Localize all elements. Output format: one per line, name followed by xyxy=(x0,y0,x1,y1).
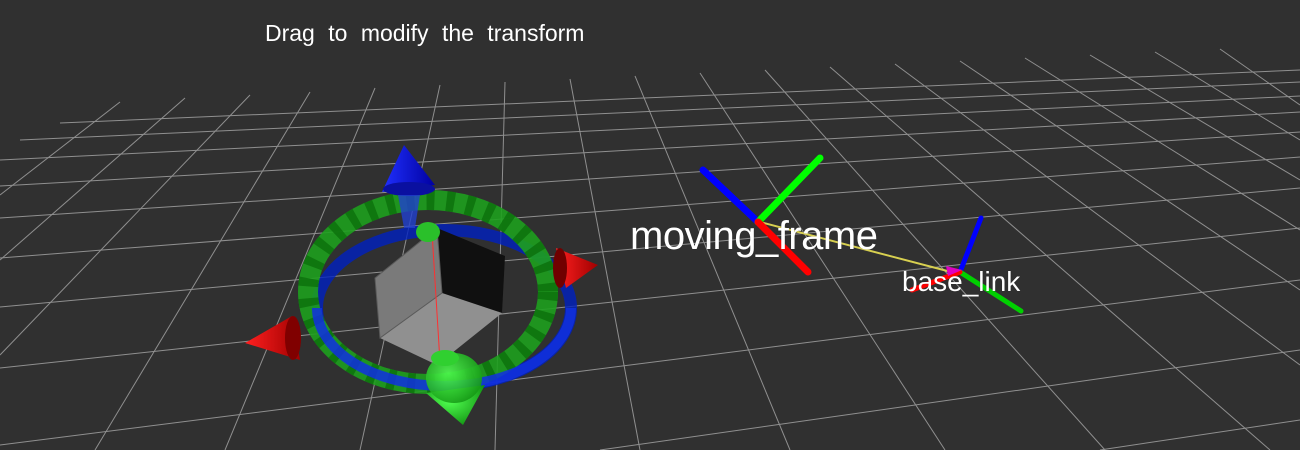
drag-hint-text: Drag to modify the transform xyxy=(265,20,585,46)
interactive-marker[interactable] xyxy=(245,145,598,425)
3d-viewport[interactable]: Drag to modify the transform moving_fram… xyxy=(0,0,1300,450)
marker-box[interactable] xyxy=(374,227,505,365)
base-link-label: base_link xyxy=(902,266,1021,297)
moving-frame-label: moving_frame xyxy=(630,214,878,258)
